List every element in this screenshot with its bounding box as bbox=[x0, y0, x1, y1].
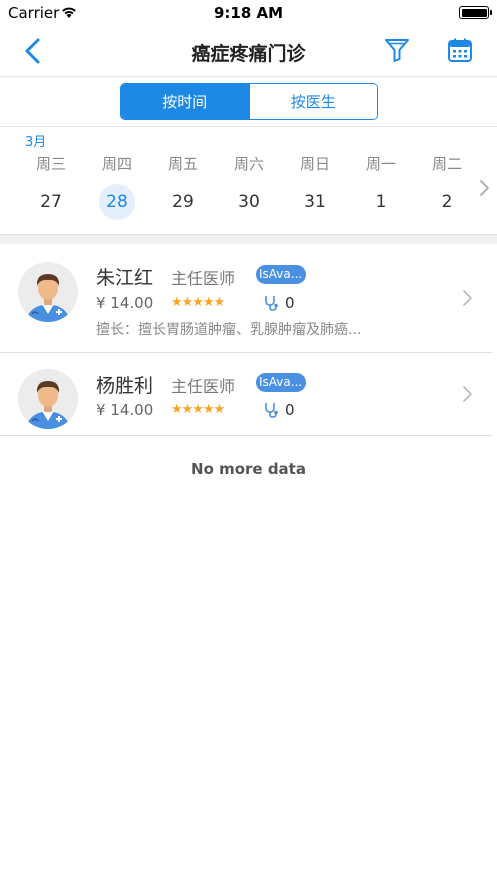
chevron-right-icon bbox=[463, 386, 472, 402]
date-cell[interactable]: 29 bbox=[150, 183, 216, 221]
consult-count: 0 bbox=[285, 294, 295, 312]
chevron-right-icon bbox=[463, 290, 472, 306]
doctor-avatar bbox=[18, 369, 78, 429]
weekday-label: 周四 bbox=[101, 155, 132, 173]
date-number: 2 bbox=[441, 192, 453, 212]
date-row: 27 28 29 30 31 1 2 bbox=[18, 183, 480, 221]
month-label: 3月 bbox=[25, 135, 47, 150]
date-cell[interactable]: 1 bbox=[348, 183, 414, 221]
date-cell[interactable]: 27 bbox=[18, 183, 84, 221]
weekday-label: 周三 bbox=[35, 155, 66, 173]
doctor-card[interactable]: 朱江红 主任医师 IsAva... ¥ 14.00 ★★★★★ 0 擅长：擅长胃… bbox=[0, 244, 492, 353]
date-number: 1 bbox=[375, 192, 387, 212]
weekday-label: 周六 bbox=[233, 155, 264, 173]
segmented-control: 按时间 按医生 bbox=[120, 83, 378, 120]
doctor-title: 主任医师 bbox=[171, 269, 236, 288]
weekday-label: 周五 bbox=[167, 155, 198, 173]
stethoscope-icon bbox=[265, 403, 278, 418]
weekday-label: 周一 bbox=[365, 155, 396, 173]
divider bbox=[0, 126, 497, 127]
date-number: 29 bbox=[172, 192, 194, 212]
consult-count: 0 bbox=[285, 401, 295, 419]
no-more-data-label: No more data bbox=[191, 460, 306, 478]
date-number: 30 bbox=[238, 192, 260, 212]
nav-bar: 癌症疼痛门诊 bbox=[0, 26, 497, 77]
calendar-icon[interactable] bbox=[447, 37, 473, 63]
weekday-label: 周二 bbox=[431, 155, 462, 173]
segment-by-time[interactable]: 按时间 bbox=[121, 84, 249, 119]
weekday-row: 周三 周四 周五 周六 周日 周一 周二 bbox=[18, 153, 480, 174]
rating-stars: ★★★★★ bbox=[171, 402, 225, 417]
doctor-name: 杨胜利 bbox=[96, 375, 154, 397]
date-cell[interactable]: 31 bbox=[282, 183, 348, 221]
filter-icon[interactable] bbox=[384, 37, 410, 63]
availability-badge: IsAva... bbox=[256, 373, 306, 392]
rating-stars: ★★★★★ bbox=[171, 295, 225, 310]
date-cell[interactable]: 30 bbox=[216, 183, 282, 221]
doctor-name: 朱江红 bbox=[96, 267, 154, 289]
status-bar: Carrier 9:18 AM bbox=[0, 0, 497, 26]
doctor-price: ¥ 14.00 bbox=[96, 401, 154, 419]
doctor-specialty: 擅长：擅长胃肠道肿瘤、乳腺肿瘤及肺癌... bbox=[96, 322, 362, 338]
doctor-title: 主任医师 bbox=[171, 377, 236, 396]
status-time: 9:18 AM bbox=[213, 4, 284, 22]
segment-by-doctor[interactable]: 按医生 bbox=[248, 84, 377, 119]
doctor-avatar bbox=[18, 262, 78, 322]
availability-badge: IsAva... bbox=[256, 265, 306, 284]
chevron-right-icon[interactable] bbox=[478, 178, 492, 198]
battery-icon bbox=[459, 6, 492, 19]
weekday-label: 周日 bbox=[299, 155, 330, 173]
page-title: 癌症疼痛门诊 bbox=[191, 43, 306, 65]
date-cell[interactable]: 2 bbox=[414, 183, 480, 221]
date-number-selected: 28 bbox=[99, 184, 135, 220]
section-divider bbox=[0, 234, 497, 244]
stethoscope-icon bbox=[265, 296, 278, 311]
date-number: 31 bbox=[304, 192, 326, 212]
date-number: 27 bbox=[40, 192, 62, 212]
date-cell-selected[interactable]: 28 bbox=[84, 183, 150, 221]
doctor-price: ¥ 14.00 bbox=[96, 294, 154, 312]
doctor-card[interactable]: 杨胜利 主任医师 IsAva... ¥ 14.00 ★★★★★ 0 bbox=[0, 353, 492, 436]
